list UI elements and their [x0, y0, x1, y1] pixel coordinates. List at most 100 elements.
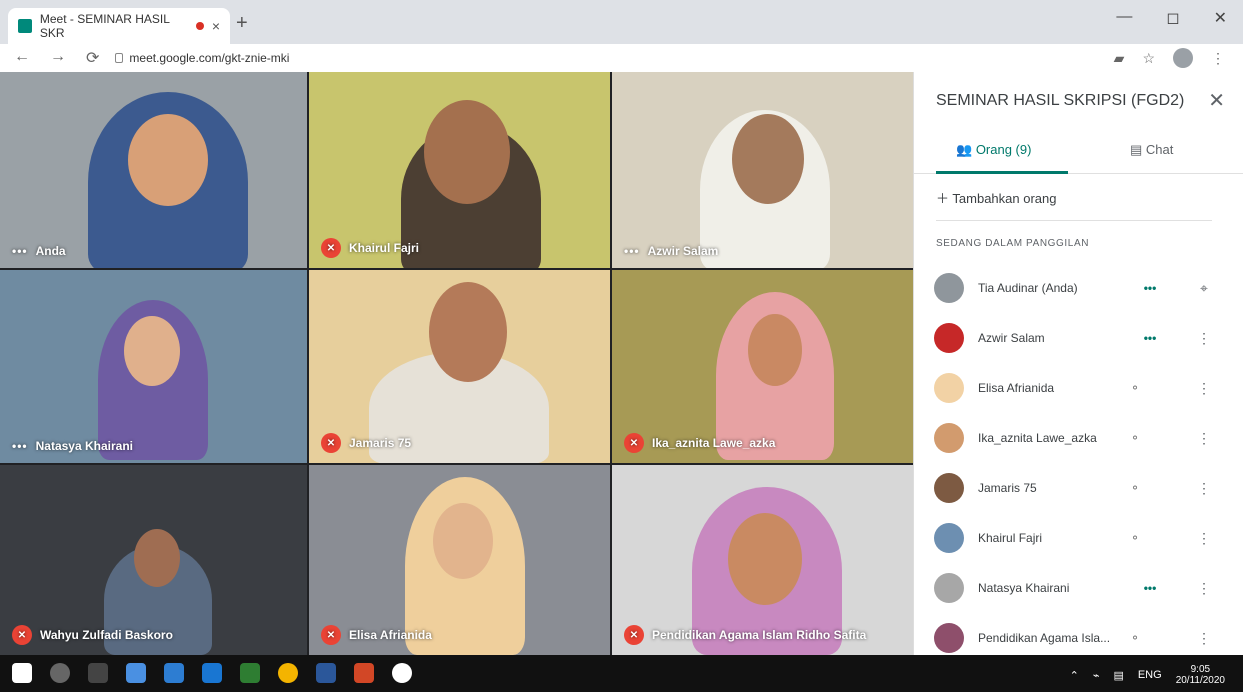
tray-chevron-icon[interactable]: ⌃ — [1070, 669, 1079, 682]
restore-icon[interactable]: ◻ — [1166, 8, 1179, 28]
store-icon[interactable] — [126, 663, 146, 683]
participant-row[interactable]: Elisa Afrianida ⚬ ⋮ — [934, 368, 1214, 408]
participant-face — [124, 316, 180, 386]
participant-name: Jamaris 75 — [978, 481, 1037, 495]
powerpoint-icon[interactable] — [354, 663, 374, 683]
chat-icon: ▤ — [1130, 142, 1143, 157]
participant-name: Elisa Afrianida — [978, 381, 1055, 395]
record-icon[interactable] — [392, 663, 412, 683]
participant-row[interactable]: Natasya Khairani ••• ⋮ — [934, 568, 1214, 608]
browser-tab-strip: Meet - SEMINAR HASIL SKR × + — ◻ ✕ — [0, 0, 1243, 44]
word-icon[interactable] — [316, 663, 336, 683]
menu-icon[interactable]: ⋮ — [1211, 50, 1225, 67]
minimize-icon[interactable]: — — [1116, 8, 1132, 28]
tile-name-bar: ••• Azwir Salam — [624, 244, 718, 258]
participant-name: Pendidikan Agama Isla... — [978, 631, 1111, 645]
lock-icon — [115, 53, 124, 63]
video-tile-khairul[interactable]: ✕ Khairul Fajri — [309, 72, 610, 268]
add-people-button[interactable]: ＋ Tambahkan orang — [936, 188, 1056, 207]
video-tile-elisa[interactable]: ✕ Elisa Afrianida — [309, 465, 610, 655]
back-arrow-icon[interactable]: ← — [14, 48, 30, 68]
tab-people[interactable]: 👥 Orang (9) — [956, 142, 1031, 158]
meet-tab[interactable]: Meet - SEMINAR HASIL SKR × — [8, 8, 230, 44]
video-tile-pendidikan[interactable]: ✕ Pendidikan Agama Islam Ridho Safita — [612, 465, 913, 655]
participant-row[interactable]: Jamaris 75 ⚬ ⋮ — [934, 468, 1214, 508]
speaking-status: ••• — [1143, 331, 1157, 345]
close-window-icon[interactable]: ✕ — [1214, 8, 1227, 28]
network-icon[interactable]: ⌁ — [1093, 669, 1100, 682]
participant-name: Azwir Salam — [978, 331, 1045, 345]
more-options-icon[interactable]: ⋮ — [1194, 380, 1214, 397]
participant-row[interactable]: Tia Audinar (Anda) ••• ⌖ — [934, 268, 1214, 308]
browser-actions: ▰ ☆ ⋮ — [1114, 48, 1243, 68]
participant-avatar — [934, 373, 964, 403]
star-icon[interactable]: ☆ — [1142, 50, 1155, 67]
video-tile-azwir[interactable]: ••• Azwir Salam — [612, 72, 913, 268]
more-options-icon[interactable]: ⋮ — [1194, 330, 1214, 347]
participant-row[interactable]: Ika_aznita Lawe_azka ⚬ ⋮ — [934, 418, 1214, 458]
participant-name: Natasya Khairani — [978, 581, 1070, 595]
clock[interactable]: 9:05 20/11/2020 — [1176, 664, 1225, 686]
video-tile-wahyu[interactable]: ✕ Wahyu Zulfadi Baskoro — [0, 465, 307, 655]
tab-people-label: Orang (9) — [975, 142, 1032, 157]
mic-off-icon: ✕ — [321, 238, 341, 258]
participant-name: Tia Audinar (Anda) — [978, 281, 1078, 295]
forward-arrow-icon[interactable]: → — [50, 48, 66, 68]
tile-name-bar: ••• Natasya Khairani — [12, 439, 133, 453]
app-icon[interactable] — [240, 663, 260, 683]
task-view-icon[interactable] — [88, 663, 108, 683]
tile-name-bar: ••• Anda — [12, 244, 66, 258]
speaking-status: ••• — [1143, 581, 1157, 595]
tab-chat[interactable]: ▤ Chat — [1130, 142, 1173, 158]
video-tile-anda[interactable]: ••• Anda — [0, 72, 307, 268]
profile-avatar[interactable] — [1173, 48, 1193, 68]
participant-face — [424, 100, 510, 204]
address-bar-row: ← → ⟳ meet.google.com/gkt-znie-mki ▰ ☆ ⋮ — [0, 44, 1243, 72]
chrome-icon[interactable] — [278, 663, 298, 683]
address-bar[interactable]: meet.google.com/gkt-znie-mki — [115, 51, 289, 65]
language-label: ENG — [1137, 669, 1162, 681]
tile-name: Jamaris 75 — [349, 436, 412, 450]
close-panel-icon[interactable]: ✕ — [1208, 88, 1225, 113]
edge-icon[interactable] — [202, 663, 222, 683]
reload-icon[interactable]: ⟳ — [86, 48, 99, 68]
participant-row[interactable]: Pendidikan Agama Isla... ⚬ ⋮ — [934, 618, 1214, 658]
participant-face — [728, 513, 802, 605]
more-options-icon[interactable]: ⋮ — [1194, 430, 1214, 447]
folder-icon[interactable] — [164, 663, 184, 683]
more-options-icon[interactable]: ⋮ — [1194, 530, 1214, 547]
more-options-icon[interactable]: ⋮ — [1194, 580, 1214, 597]
tile-name-bar: ✕ Ika_aznita Lawe_azka — [624, 433, 775, 453]
taskbar-apps — [12, 663, 412, 683]
windows-start-icon[interactable] — [12, 663, 32, 683]
search-icon[interactable] — [50, 663, 70, 683]
clock-time: 9:05 — [1190, 664, 1211, 675]
participant-row[interactable]: Azwir Salam ••• ⋮ — [934, 318, 1214, 358]
add-people-label: Tambahkan orang — [952, 191, 1057, 206]
notification-icon[interactable]: ▤ — [1113, 669, 1123, 682]
video-tile-natasya[interactable]: ••• Natasya Khairani — [0, 270, 307, 463]
new-tab-button[interactable]: + — [236, 12, 248, 35]
more-options-icon[interactable]: ⋮ — [1194, 480, 1214, 497]
clock-date: 20/11/2020 — [1175, 675, 1225, 686]
video-tile-ika[interactable]: ✕ Ika_aznita Lawe_azka — [612, 270, 913, 463]
tile-name: Azwir Salam — [647, 244, 719, 258]
people-panel: SEMINAR HASIL SKRIPSI (FGD2) T... ✕ 👥 Or… — [913, 72, 1243, 655]
participant-row[interactable]: Khairul Fajri ⚬ ⋮ — [934, 518, 1214, 558]
video-tile-jamaris[interactable]: ✕ Jamaris 75 — [309, 270, 610, 463]
participant-avatar — [934, 473, 964, 503]
tab-chat-label: Chat — [1145, 142, 1174, 157]
more-options-icon[interactable]: ⋮ — [1194, 630, 1214, 647]
participant-avatar — [934, 323, 964, 353]
participant-name: Ika_aznita Lawe_azka — [978, 431, 1097, 445]
pin-icon[interactable]: ⌖ — [1194, 280, 1214, 297]
camera-icon[interactable]: ▰ — [1114, 50, 1125, 67]
close-tab-icon[interactable]: × — [212, 18, 220, 34]
tab-title: Meet - SEMINAR HASIL SKR — [39, 12, 170, 40]
tile-name-bar: ✕ Wahyu Zulfadi Baskoro — [12, 625, 173, 645]
tile-name-bar: ✕ Jamaris 75 — [321, 433, 411, 453]
panel-divider — [936, 220, 1212, 221]
tile-name: Natasya Khairani — [35, 439, 133, 453]
participant-avatar — [934, 273, 964, 303]
participant-avatar — [934, 573, 964, 603]
